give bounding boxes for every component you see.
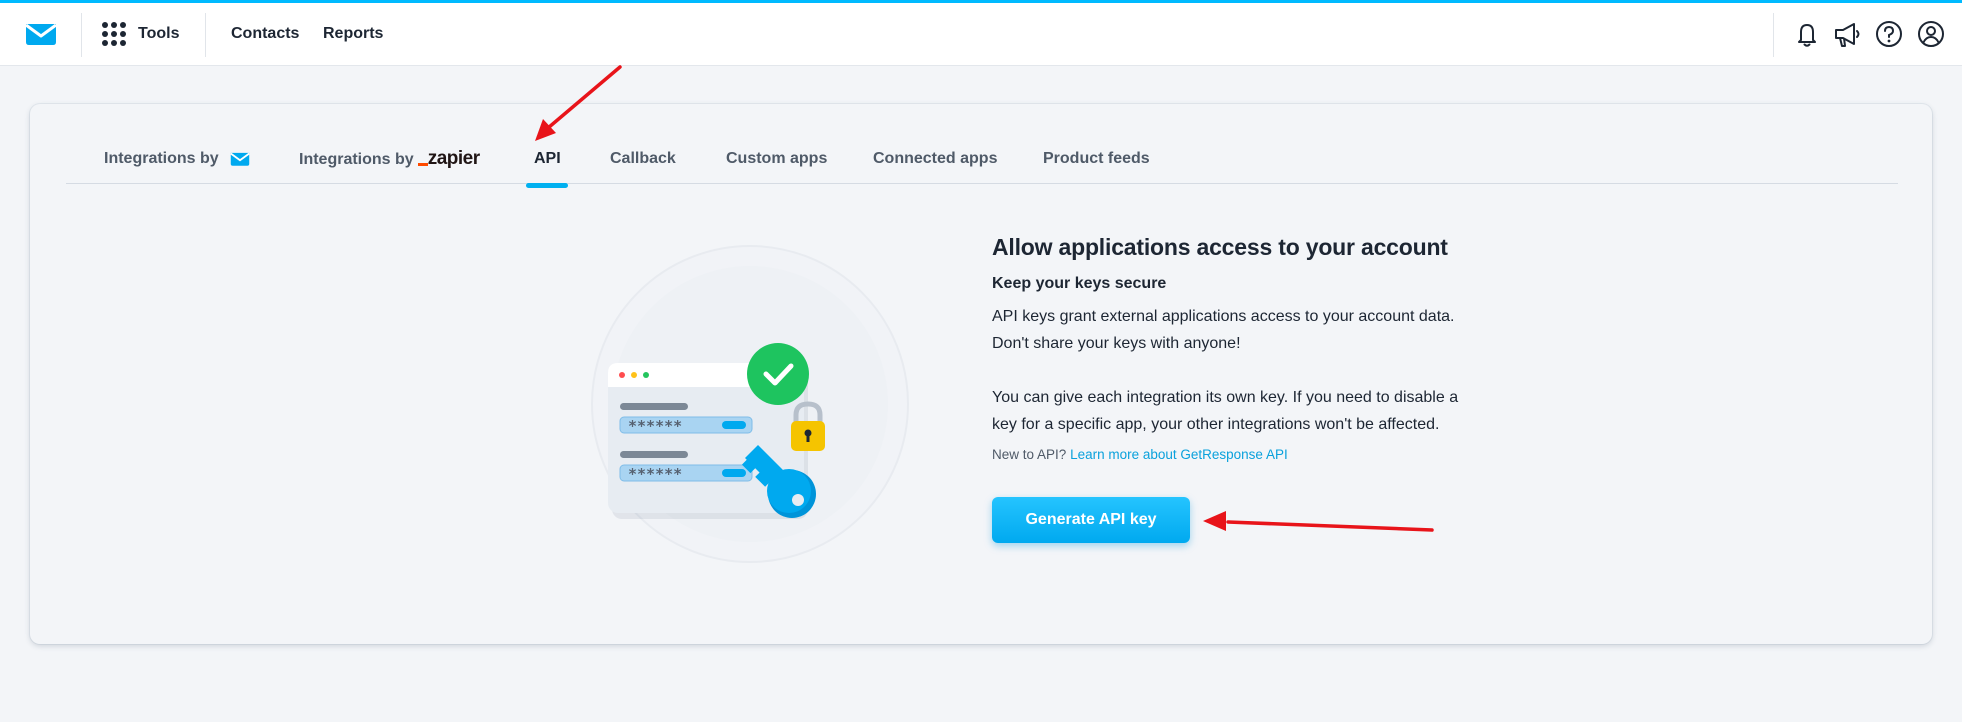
apps-grid-icon	[102, 22, 126, 46]
api-keys-illustration: ****** ******	[591, 245, 909, 563]
help-icon[interactable]	[1874, 19, 1904, 49]
description-paragraph: API keys grant external applications acc…	[992, 303, 1512, 357]
api-info-section: Allow applications access to your accoun…	[992, 234, 1512, 462]
learn-more-api-link[interactable]: Learn more about GetResponse API	[1070, 447, 1288, 462]
page-headline: Allow applications access to your accoun…	[992, 234, 1448, 260]
description-line: key for a specific app, your other integ…	[992, 416, 1440, 433]
tab-custom-apps[interactable]: Custom apps	[726, 144, 827, 184]
tab-label: Callback	[610, 150, 676, 167]
tab-connected-apps[interactable]: Connected apps	[873, 144, 997, 184]
divider	[1773, 13, 1774, 57]
description-paragraph: You can give each integration its own ke…	[992, 384, 1512, 438]
description-line: API keys grant external applications acc…	[992, 308, 1455, 325]
new-to-api-note: New to API? Learn more about GetResponse…	[992, 447, 1512, 462]
tools-label: Tools	[138, 25, 180, 42]
password-mask: ******	[628, 417, 682, 435]
zapier-logo-text: zapier	[427, 148, 480, 169]
tab-label: Integrations by	[299, 151, 414, 168]
nav-contacts[interactable]: Contacts	[231, 25, 299, 43]
tab-product-feeds[interactable]: Product feeds	[1043, 144, 1150, 184]
tab-label: API	[534, 150, 561, 167]
tab-label: Custom apps	[726, 150, 828, 167]
tab-callback[interactable]: Callback	[610, 144, 676, 184]
section-subhead: Keep your keys secure	[992, 275, 1167, 292]
tab-label: Integrations by	[104, 150, 219, 167]
tab-api[interactable]: API	[526, 144, 568, 188]
nav-reports[interactable]: Reports	[323, 25, 383, 43]
getresponse-envelope-icon	[230, 152, 250, 166]
megaphone-icon[interactable]	[1832, 19, 1862, 49]
divider	[81, 13, 82, 57]
tab-label: Connected apps	[873, 150, 998, 167]
bell-icon[interactable]	[1792, 19, 1822, 49]
generate-api-key-button[interactable]: Generate API key	[992, 497, 1190, 543]
divider	[205, 13, 206, 57]
description-line: Don't share your keys with anyone!	[992, 335, 1241, 352]
user-icon[interactable]	[1916, 19, 1946, 49]
description-line: You can give each integration its own ke…	[992, 389, 1459, 406]
new-to-api-label: New to API?	[992, 447, 1067, 462]
tools-menu-button[interactable]: Tools	[102, 22, 179, 46]
integrations-card: Integrations by Integrations by zapier AP…	[30, 104, 1932, 644]
tab-integrations-zapier[interactable]: Integrations by zapier	[299, 144, 480, 184]
zapier-mark	[417, 163, 428, 167]
top-navigation-bar: Tools Contacts Reports	[0, 3, 1962, 66]
password-mask: ******	[628, 465, 682, 483]
tab-label: Product feeds	[1043, 150, 1150, 167]
active-tab-indicator	[526, 183, 568, 188]
getresponse-logo-icon[interactable]	[24, 21, 58, 47]
integrations-tabs: Integrations by Integrations by zapier AP…	[66, 144, 1898, 188]
tab-integrations-getresponse[interactable]: Integrations by	[104, 144, 251, 184]
